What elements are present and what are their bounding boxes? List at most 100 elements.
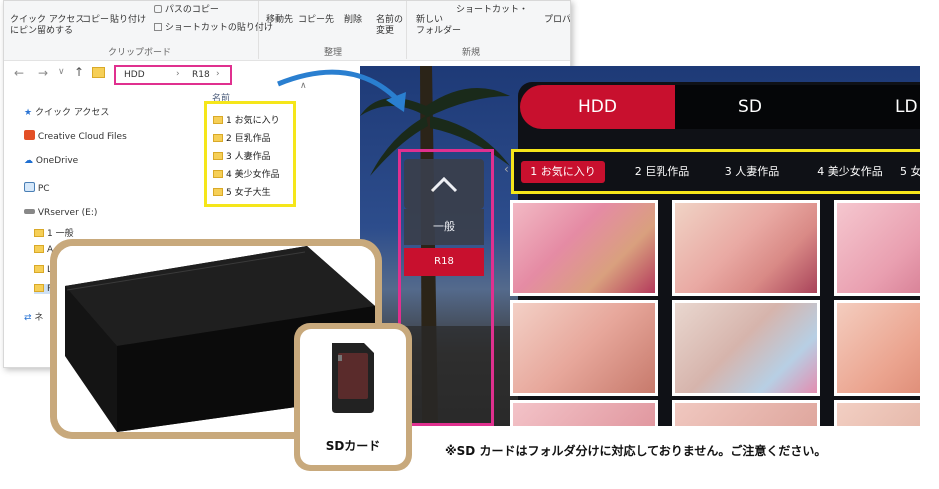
rename-button[interactable]: 名前の 変更	[376, 15, 403, 37]
thumbnail-image	[513, 303, 655, 393]
chevron-left-icon[interactable]: ‹	[504, 162, 509, 176]
category-5[interactable]: 5 女	[900, 161, 920, 183]
list-item[interactable]: 5 女子大生	[213, 185, 271, 198]
folder-icon	[213, 134, 223, 142]
sd-card-photo-card: SDカード	[294, 323, 412, 471]
video-thumbnail[interactable]	[672, 200, 820, 296]
thumbnail-image	[513, 203, 655, 293]
breadcrumb-separator: ›	[176, 69, 180, 79]
move-to-button[interactable]: 移動先	[266, 15, 293, 26]
video-thumbnail[interactable]	[834, 300, 920, 396]
list-item-label: 4 美少女作品	[226, 170, 280, 180]
creative-cloud-icon	[24, 130, 35, 140]
list-item[interactable]: 3 人妻作品	[213, 149, 271, 162]
nav-general-button[interactable]: 一般	[404, 209, 484, 245]
nav-folder-general-label: 1 一般	[47, 229, 74, 239]
properties-button[interactable]: プロパ	[544, 15, 570, 26]
copy-path-button[interactable]: パスのコピー	[154, 5, 219, 16]
nav-r18-button[interactable]: R18	[404, 248, 484, 276]
breadcrumb-r18[interactable]: R18	[192, 70, 210, 80]
shortcut-button[interactable]: ショートカット・	[456, 5, 528, 16]
copy-to-button[interactable]: コピー先	[298, 15, 334, 26]
thumbnail-image	[837, 403, 920, 426]
curved-arrow-icon	[277, 69, 406, 112]
category-4[interactable]: 4 美少女作品	[806, 161, 894, 183]
category-bar: 1 お気に入り 2 巨乳作品 3 人妻作品 4 美少女作品 5 女	[511, 149, 920, 194]
folder-icon	[213, 116, 223, 124]
nav-network-label: ネ	[34, 313, 44, 323]
paste-button[interactable]: 貼り付け	[110, 15, 146, 26]
chevron-down-icon[interactable]: ∨	[58, 67, 65, 77]
nav-pc-label: PC	[37, 184, 50, 194]
rename-label-2: 変更	[376, 26, 395, 36]
list-item[interactable]: 4 美少女作品	[213, 167, 280, 180]
folder-icon	[34, 265, 44, 273]
pc-icon	[24, 182, 35, 192]
thumbnail-image	[675, 403, 817, 426]
forward-arrow-icon[interactable]: →	[38, 66, 48, 80]
scroll-up-button[interactable]	[404, 159, 484, 209]
paste-shortcut-icon	[154, 23, 162, 31]
nav-pc[interactable]: PC	[24, 182, 50, 194]
tab-sd[interactable]: SD	[675, 85, 825, 129]
copy-button[interactable]: コピー	[82, 15, 109, 26]
copy-path-icon	[154, 5, 162, 13]
new-group-label: 新規	[462, 48, 481, 58]
thumbnail-image	[675, 203, 817, 293]
breadcrumb-hdd[interactable]: HDD	[124, 70, 145, 80]
folder-icon	[34, 229, 44, 237]
list-item-label: 2 巨乳作品	[226, 134, 271, 144]
nav-onedrive[interactable]: ☁ OneDrive	[24, 156, 78, 166]
sd-card-label: SDカード	[325, 439, 381, 453]
nav-onedrive-label: OneDrive	[35, 156, 79, 166]
folder-icon	[213, 152, 223, 160]
paste-shortcut-label: ショートカットの貼り付け	[164, 23, 273, 33]
video-thumbnail[interactable]	[510, 400, 658, 426]
video-thumbnail[interactable]	[672, 300, 820, 396]
thumbnail-image	[513, 403, 655, 426]
back-arrow-icon[interactable]: ←	[14, 66, 24, 80]
vr-app-screen: HDD SD LD 一般 R18 ‹ 1 お気に入り 2 巨乳作品 3 人妻作品…	[360, 66, 920, 426]
video-thumbnail[interactable]	[834, 400, 920, 426]
star-icon: ★	[24, 108, 33, 118]
pin-label: クイック アクセス	[10, 15, 85, 25]
folder-icon	[34, 245, 44, 253]
list-item-label: 3 人妻作品	[226, 152, 271, 162]
nav-network[interactable]: ⇄ ネ	[24, 310, 43, 323]
list-item[interactable]: 1 お気に入り	[213, 113, 280, 126]
video-thumbnail[interactable]	[672, 400, 820, 426]
pin-quick-access-button[interactable]: クイック アクセス にピン留めする	[10, 15, 84, 37]
category-1[interactable]: 1 お気に入り	[521, 161, 605, 183]
new-folder-button[interactable]: 新しい フォルダー	[416, 15, 461, 37]
thumbnail-image	[675, 303, 817, 393]
category-3[interactable]: 3 人妻作品	[712, 161, 792, 183]
nav-creative-cloud-label: Creative Cloud Files	[37, 132, 127, 142]
sd-card-panel: SDカード	[300, 329, 406, 465]
folder-icon	[213, 170, 223, 178]
ribbon: クイック アクセス にピン留めする コピー 貼り付け パスのコピー ショートカッ…	[4, 1, 570, 61]
address-breadcrumb[interactable]: HDD › R18 ›	[114, 65, 232, 85]
video-thumbnail[interactable]	[510, 200, 658, 296]
list-item[interactable]: 2 巨乳作品	[213, 131, 271, 144]
paste-shortcut-button[interactable]: ショートカットの貼り付け	[154, 23, 273, 34]
ribbon-divider-2	[406, 1, 407, 59]
video-thumbnail[interactable]	[834, 200, 920, 296]
network-icon: ⇄	[24, 313, 32, 323]
up-arrow-icon[interactable]: ↑	[74, 65, 84, 79]
nav-quick-access-label: クイック アクセス	[34, 108, 110, 118]
rename-label-1: 名前の	[376, 15, 404, 25]
nav-vrserver[interactable]: VRserver (E:)	[24, 208, 97, 218]
storage-tabs: HDD SD LD	[520, 85, 920, 129]
notice-text: ※SD カードはフォルダ分けに対応しておりません。ご注意ください。	[445, 444, 827, 458]
nav-quick-access[interactable]: ★ クイック アクセス	[24, 105, 109, 118]
video-thumbnail[interactable]	[510, 300, 658, 396]
tab-hdd[interactable]: HDD	[520, 85, 675, 129]
category-2[interactable]: 2 巨乳作品	[622, 161, 702, 183]
new-folder-label-2: フォルダー	[416, 26, 462, 36]
tab-ld[interactable]: LD	[825, 85, 920, 129]
copy-path-label: パスのコピー	[164, 5, 219, 15]
delete-button[interactable]: 削除	[344, 15, 362, 26]
nav-creative-cloud[interactable]: Creative Cloud Files	[24, 130, 127, 142]
nav-folder-general[interactable]: 1 一般	[34, 226, 74, 239]
sd-card-icon	[332, 343, 374, 413]
